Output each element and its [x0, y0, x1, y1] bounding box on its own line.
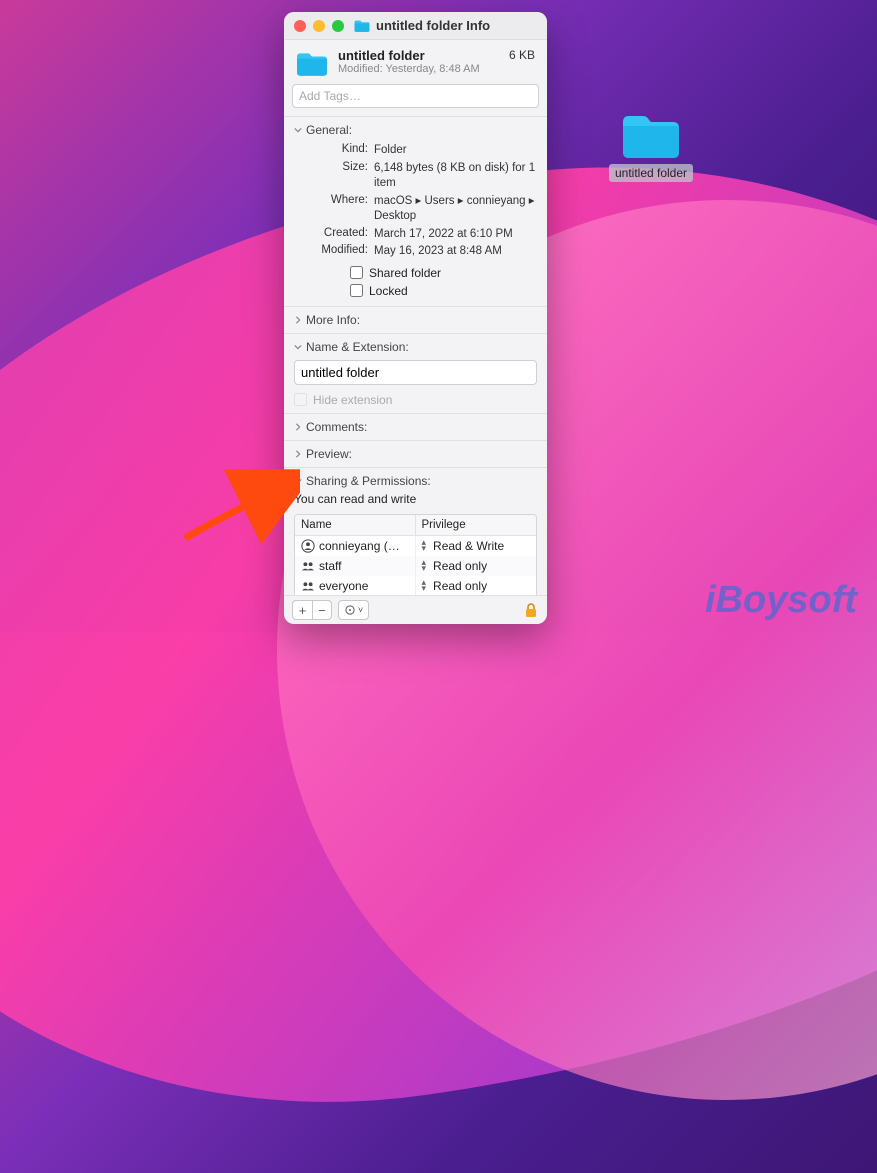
header-name: untitled folder — [338, 48, 499, 63]
perm-priv: Read & Write — [433, 539, 504, 553]
zoom-button[interactable] — [332, 20, 344, 32]
traffic-lights — [294, 20, 344, 32]
kind-label: Kind: — [306, 143, 368, 159]
folder-icon — [621, 112, 681, 160]
perm-name: everyone — [319, 579, 368, 593]
shared-folder-label: Shared folder — [369, 266, 441, 280]
perm-row[interactable]: connieyang (… ▴▾ Read & Write — [295, 536, 536, 556]
info-window: untitled folder Info untitled folder Mod… — [284, 12, 547, 624]
locked-row[interactable]: Locked — [350, 284, 537, 298]
created-label: Created: — [306, 227, 368, 243]
size-label: Size: — [306, 161, 368, 192]
size-value: 6,148 bytes (8 KB on disk) for 1 item — [374, 161, 537, 192]
created-value: March 17, 2022 at 6:10 PM — [374, 227, 537, 243]
section-preview-header[interactable]: Preview: — [294, 447, 537, 461]
section-general: General: Kind: Folder Size: 6,148 bytes … — [284, 116, 547, 306]
chevron-right-icon — [294, 423, 302, 431]
chevron-down-icon: ˅ — [358, 605, 363, 615]
group-icon — [301, 559, 315, 573]
modified-label: Modified: — [306, 244, 368, 260]
lock-icon[interactable] — [523, 602, 539, 618]
perm-priv: Read only — [433, 579, 487, 593]
stepper-icon[interactable]: ▴▾ — [422, 580, 427, 591]
perm-row[interactable]: staff ▴▾ Read only — [295, 556, 536, 576]
watermark: iBoysoft — [705, 579, 857, 622]
header: untitled folder Modified: Yesterday, 8:4… — [284, 40, 547, 84]
add-button[interactable]: + — [292, 600, 312, 620]
tags-placeholder: Add Tags… — [299, 89, 361, 103]
where-label: Where: — [306, 194, 368, 225]
chevron-right-icon — [294, 316, 302, 324]
section-general-label: General: — [306, 123, 352, 137]
where-value: macOS ▸ Users ▸ connieyang ▸ Desktop — [374, 194, 537, 225]
header-folder-icon — [296, 50, 328, 78]
section-name-ext: Name & Extension: Hide extension — [284, 333, 547, 413]
close-button[interactable] — [294, 20, 306, 32]
user-icon — [301, 539, 315, 553]
hide-extension-label: Hide extension — [313, 393, 392, 407]
action-circle-icon — [344, 604, 356, 616]
remove-button[interactable]: − — [312, 600, 332, 620]
section-more-info: More Info: — [284, 306, 547, 333]
bottom-toolbar: + − ˅ — [284, 595, 547, 624]
shared-folder-row[interactable]: Shared folder — [350, 266, 537, 280]
action-menu-button[interactable]: ˅ — [338, 600, 369, 620]
section-comments-label: Comments: — [306, 420, 367, 434]
section-comments-header[interactable]: Comments: — [294, 420, 537, 434]
header-size: 6 KB — [509, 48, 535, 62]
section-sharing: Sharing & Permissions: You can read and … — [284, 467, 547, 595]
chevron-right-icon — [294, 450, 302, 458]
locked-label: Locked — [369, 284, 408, 298]
stepper-icon[interactable]: ▴▾ — [422, 540, 427, 551]
col-privilege: Privilege — [416, 515, 537, 536]
section-sharing-label: Sharing & Permissions: — [306, 474, 431, 488]
stepper-icon[interactable]: ▴▾ — [422, 560, 427, 571]
desktop-folder[interactable]: untitled folder — [604, 112, 698, 182]
group-icon — [301, 579, 315, 593]
locked-checkbox[interactable] — [350, 284, 363, 297]
section-name-ext-label: Name & Extension: — [306, 340, 409, 354]
permissions-table: Name Privilege connieyang (… ▴▾ Read & W… — [294, 514, 537, 595]
desktop-folder-label: untitled folder — [609, 164, 693, 182]
section-more-info-label: More Info: — [306, 313, 360, 327]
section-preview: Preview: — [284, 440, 547, 467]
section-more-info-header[interactable]: More Info: — [294, 313, 537, 327]
annotation-arrow — [180, 458, 300, 548]
section-general-header[interactable]: General: — [294, 123, 537, 137]
modified-value: May 16, 2023 at 8:48 AM — [374, 244, 537, 260]
kind-value: Folder — [374, 143, 537, 159]
tags-input[interactable]: Add Tags… — [292, 84, 539, 108]
hide-extension-checkbox — [294, 393, 307, 406]
header-modified: Modified: Yesterday, 8:48 AM — [338, 63, 499, 75]
title-folder-icon — [354, 19, 370, 33]
section-comments: Comments: — [284, 413, 547, 440]
perm-priv: Read only — [433, 559, 487, 573]
chevron-down-icon — [294, 343, 302, 351]
section-sharing-header[interactable]: Sharing & Permissions: — [294, 474, 537, 488]
perm-row[interactable]: everyone ▴▾ Read only — [295, 576, 536, 595]
section-preview-label: Preview: — [306, 447, 352, 461]
perm-name: staff — [319, 559, 341, 573]
section-name-ext-header[interactable]: Name & Extension: — [294, 340, 537, 354]
minimize-button[interactable] — [313, 20, 325, 32]
permission-description: You can read and write — [294, 492, 537, 506]
chevron-down-icon — [294, 126, 302, 134]
shared-folder-checkbox[interactable] — [350, 266, 363, 279]
perm-name: connieyang (… — [319, 539, 400, 553]
col-name: Name — [295, 515, 416, 536]
window-title: untitled folder Info — [376, 18, 490, 33]
titlebar: untitled folder Info — [284, 12, 547, 40]
name-input[interactable] — [294, 360, 537, 385]
